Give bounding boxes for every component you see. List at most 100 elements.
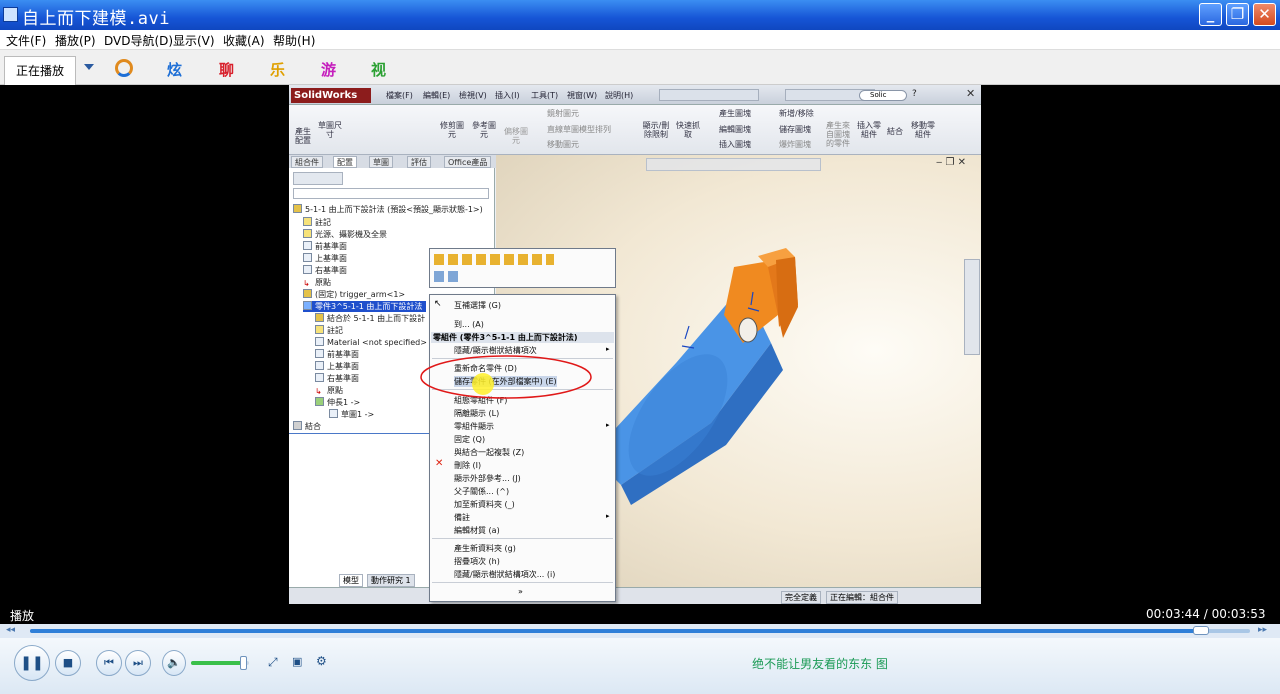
sw-tab-sketch[interactable]: 草圖 xyxy=(369,156,393,168)
fullscreen-icon[interactable]: ⤢ xyxy=(268,655,278,670)
sw-btn-create-config[interactable]: 產生配置 xyxy=(292,127,314,145)
sw-btn-relations[interactable]: 顯示/刪除限制 xyxy=(641,121,671,139)
context-toolbar-icons[interactable] xyxy=(434,254,554,265)
tab-music[interactable]: 乐 xyxy=(270,59,285,80)
sw-btn-offset[interactable]: 偏移圖元 xyxy=(503,127,529,145)
menu-help[interactable]: 帮助(H) xyxy=(273,32,315,49)
tree-mates-in[interactable]: 結合於 5-1-1 由上而下設計 xyxy=(315,313,425,324)
menu-invert-selection[interactable]: 互補選擇 (G) xyxy=(454,300,501,311)
sw-menu-insert[interactable]: 插入(I) xyxy=(495,90,520,101)
screenshot-icon[interactable]: ▣ xyxy=(292,655,302,668)
sw-tab-config[interactable]: 配置 xyxy=(333,156,357,168)
tree-material[interactable]: Material <not specified> xyxy=(315,337,427,347)
sw-help-icon[interactable]: ? xyxy=(912,89,917,99)
sw-menu-window[interactable]: 視窗(W) xyxy=(567,90,597,101)
menu-goto[interactable]: 到... (A) xyxy=(454,319,484,330)
menu-isolate[interactable]: 隔離顯示 (L) xyxy=(454,408,499,419)
previous-button[interactable]: ⏮ xyxy=(96,650,122,676)
menu-add-to-folder[interactable]: 加至新資料夾 (_) xyxy=(454,499,515,510)
tab-cool[interactable]: 炫 xyxy=(167,59,182,80)
menu-expand-chevron[interactable]: » xyxy=(518,587,523,596)
sw-tab-assembly[interactable]: 組合件 xyxy=(291,156,323,168)
tree-origin[interactable]: ↳ 原點 xyxy=(303,277,331,288)
sw-btn-quick-snap[interactable]: 快速抓取 xyxy=(675,121,701,139)
zoom-selection-icon[interactable] xyxy=(434,271,462,282)
sw-btn-move[interactable]: 移動圖元 xyxy=(547,140,579,149)
tree-annotations[interactable]: 註記 xyxy=(303,217,331,228)
pause-button[interactable]: ❚❚ xyxy=(14,645,50,681)
tree-lights[interactable]: 光源、攝影機及全景 xyxy=(303,229,387,240)
sw-quick-toolbar[interactable] xyxy=(659,89,759,101)
sw-btn-insert-component[interactable]: 插入零組件 xyxy=(857,121,881,139)
promo-text[interactable]: 绝不能让男友看的东东 图 xyxy=(700,655,940,672)
sw-menu-tools[interactable]: 工具(T) xyxy=(531,90,558,101)
next-button[interactable]: ⏭ xyxy=(125,650,151,676)
tree-annotations-2[interactable]: 註記 xyxy=(315,325,343,336)
tab-now-playing[interactable]: 正在播放 xyxy=(4,56,76,85)
minimize-button[interactable]: _ xyxy=(1199,3,1222,26)
sw-btn-trim[interactable]: 修剪圖元 xyxy=(439,121,465,139)
sw-menu-file[interactable]: 檔案(F) xyxy=(386,90,413,101)
tree-sketch1[interactable]: 草圖1 -> xyxy=(329,409,374,420)
tree-top-plane[interactable]: 上基準面 xyxy=(303,253,347,264)
sw-tree-filter[interactable] xyxy=(293,188,489,199)
menu-hide-show-tree-items[interactable]: 隱藏/顯示樹狀結構項次... (i) xyxy=(454,569,555,580)
rewind-icon[interactable]: ◂◂ xyxy=(6,625,15,635)
menu-edit-material[interactable]: 編輯材質 (a) xyxy=(454,525,500,536)
menu-parent-child[interactable]: 父子關係... (^) xyxy=(454,486,509,497)
tab-chat[interactable]: 聊 xyxy=(219,59,234,80)
tab-video[interactable]: 视 xyxy=(371,59,386,80)
stop-button[interactable]: ■ xyxy=(55,650,81,676)
tree-part3-selected[interactable]: 零件3^5-1-1 由上而下設計法 xyxy=(303,301,427,312)
sw-btn-linear-pattern[interactable]: 直線草圖模型排列 xyxy=(547,125,611,134)
sw-btn-make-block[interactable]: 產生圖塊 xyxy=(719,109,751,118)
sw-close-icon[interactable]: ✕ xyxy=(966,87,975,100)
fast-forward-icon[interactable]: ▸▸ xyxy=(1258,625,1267,635)
tree-top-plane-2[interactable]: 上基準面 xyxy=(315,361,359,372)
volume-icon[interactable]: 🔈 xyxy=(162,650,186,676)
sw-btn-mate[interactable]: 結合 xyxy=(886,127,904,136)
menu-new-folder[interactable]: 產生新資料夾 (g) xyxy=(454,543,516,554)
tree-origin-2[interactable]: ↳ 原點 xyxy=(315,385,343,396)
tree-right-plane-2[interactable]: 右基準面 xyxy=(315,373,359,384)
menu-external-refs[interactable]: 顯示外部參考... (J) xyxy=(454,473,521,484)
tree-front-plane-2[interactable]: 前基準面 xyxy=(315,349,359,360)
menu-collapse-items[interactable]: 摺疊項次 (h) xyxy=(454,556,500,567)
sw-menu-view[interactable]: 檢視(V) xyxy=(459,90,487,101)
tree-extrude1[interactable]: 伸長1 -> xyxy=(315,397,360,408)
sw-tree-toolbar[interactable] xyxy=(293,172,343,185)
tree-trigger-arm[interactable]: (固定) trigger_arm<1> xyxy=(303,289,405,300)
sw-menu-edit[interactable]: 編輯(E) xyxy=(423,90,450,101)
tree-right-plane[interactable]: 右基準面 xyxy=(303,265,347,276)
menu-fix[interactable]: 固定 (Q) xyxy=(454,434,485,445)
sw-tab-office[interactable]: Office產品 xyxy=(444,156,492,168)
sw-context-toolbar[interactable] xyxy=(429,248,616,288)
sw-btn-part-from-block[interactable]: 產生來自圖塊的零件 xyxy=(823,121,853,148)
volume-slider-thumb[interactable] xyxy=(240,656,248,670)
sw-btn-add-remove[interactable]: 新增/移除 xyxy=(779,109,814,118)
close-button[interactable]: ✕ xyxy=(1253,3,1276,26)
sw-btn-insert-block[interactable]: 插入圖塊 xyxy=(719,140,751,149)
menu-dvd[interactable]: DVD导航(D) xyxy=(104,32,173,49)
sw-menu-help[interactable]: 說明(H) xyxy=(605,90,633,101)
menu-file[interactable]: 文件(F) xyxy=(6,32,46,49)
sw-btn-convert[interactable]: 參考圖元 xyxy=(471,121,497,139)
tree-front-plane[interactable]: 前基準面 xyxy=(303,241,347,252)
sw-btn-move-component[interactable]: 移動零組件 xyxy=(909,121,937,139)
menu-delete[interactable]: 刪除 (I) xyxy=(454,460,481,471)
sw-tab-model[interactable]: 模型 xyxy=(339,574,363,587)
seek-thumb[interactable] xyxy=(1193,626,1210,635)
sw-search-box[interactable]: Solic xyxy=(859,90,907,101)
sw-tab-motion-study[interactable]: 動作研究 1 xyxy=(367,574,415,587)
sw-btn-mirror[interactable]: 鏡射圖元 xyxy=(547,109,579,118)
tree-mates[interactable]: 結合 xyxy=(293,421,321,432)
headphones-icon[interactable] xyxy=(115,59,133,77)
menu-copy-with-mates[interactable]: 與結合一起複製 (Z) xyxy=(454,447,524,458)
sw-btn-explode-block[interactable]: 爆炸圖塊 xyxy=(779,140,811,149)
gear-icon[interactable]: ⚙ xyxy=(316,654,327,668)
sw-btn-smart-dim[interactable]: 草圖尺寸 xyxy=(317,121,343,139)
maximize-button[interactable]: ❐ xyxy=(1226,3,1249,26)
sw-btn-edit-block[interactable]: 編輯圖塊 xyxy=(719,125,751,134)
tree-root[interactable]: 5-1-1 由上而下設計法 (預設<預設_顯示狀態-1>) xyxy=(293,204,483,215)
tab-game[interactable]: 游 xyxy=(321,59,336,80)
